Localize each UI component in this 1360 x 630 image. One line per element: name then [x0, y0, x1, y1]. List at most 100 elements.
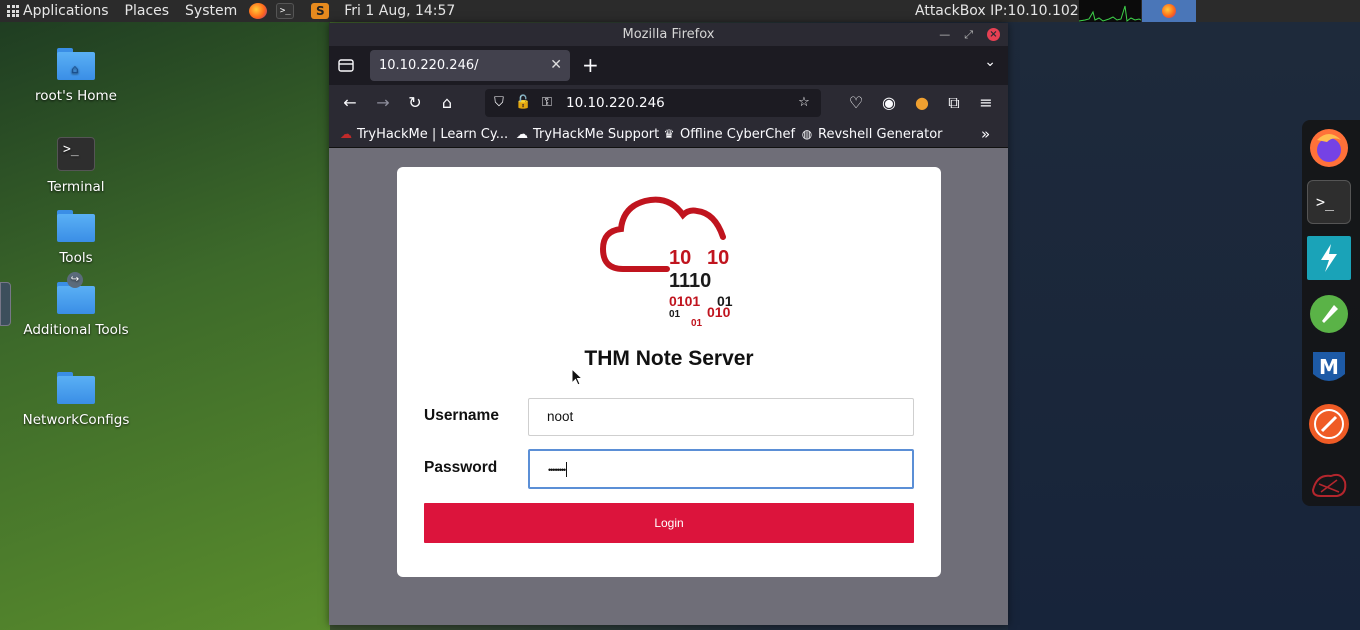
logo-digits-row5: 01	[691, 318, 703, 329]
system-menu[interactable]: System	[185, 3, 237, 19]
dock-postman-icon[interactable]	[1307, 402, 1351, 446]
bookmark-label: TryHackMe Support	[533, 127, 660, 142]
applications-label: Applications	[23, 3, 109, 19]
app-dock: >_ M	[1302, 120, 1360, 506]
globe-icon: ◍	[801, 127, 813, 141]
new-tab-icon[interactable]: +	[582, 53, 599, 77]
home-folder-icon: ⌂	[57, 48, 95, 80]
desktop-icon-home[interactable]: ⌂ root's Home	[16, 48, 136, 104]
extensions-puzzle-icon[interactable]: ⧉	[944, 93, 964, 113]
thm-logo: 10 10 1110 0101 01 01 010 01	[599, 196, 733, 329]
folder-icon	[57, 210, 95, 242]
folder-icon	[57, 372, 95, 404]
desktop-icon-terminal[interactable]: >_ Terminal	[16, 137, 136, 195]
desktop-icon-label: Additional Tools	[23, 322, 129, 338]
key-icon[interactable]: ⚿	[539, 95, 555, 111]
extension-cookie-icon[interactable]: ●	[912, 93, 932, 113]
logo-digits-row4b: 010	[707, 304, 731, 320]
svg-text:>_: >_	[1316, 193, 1335, 211]
side-panel-handle[interactable]	[0, 282, 11, 326]
back-icon[interactable]: ←	[340, 93, 360, 113]
logo-digits-row1a: 10	[669, 247, 691, 269]
dock-firefox-icon[interactable]	[1307, 126, 1351, 170]
firefox-launcher-icon[interactable]	[249, 3, 268, 19]
tab-close-icon[interactable]: ✕	[550, 50, 562, 81]
apps-grid-icon	[7, 5, 19, 17]
bookmark-cyberchef[interactable]: ♛ Offline CyberChef	[662, 121, 795, 148]
password-field[interactable]: ••••••••	[528, 449, 914, 489]
bookmark-label: TryHackMe | Learn Cy...	[357, 127, 509, 142]
thm-cloud-icon: ☁	[340, 127, 352, 141]
account-icon[interactable]: ◉	[879, 93, 899, 113]
logo-digits-row2: 1110	[669, 270, 711, 292]
desktop-icon-additional-tools[interactable]: ↪ Additional Tools	[16, 272, 136, 338]
logo-digits-row3a: 0101	[669, 293, 700, 309]
desktop-icon-label: Tools	[59, 250, 93, 266]
forward-icon[interactable]: →	[373, 93, 393, 113]
login-button[interactable]: Login	[424, 503, 914, 543]
dock-hydra-icon[interactable]	[1307, 460, 1351, 504]
bookmarks-toolbar: ☁ TryHackMe | Learn Cy... ☁ TryHackMe Supp…	[329, 121, 1008, 148]
tab-list-icon[interactable]	[337, 56, 357, 76]
username-value: noot	[547, 409, 574, 424]
clock[interactable]: Fri 1 Aug, 14:57	[344, 3, 455, 19]
bookmarks-overflow-icon[interactable]: »	[981, 121, 990, 147]
taskbar-firefox-button[interactable]	[1142, 0, 1196, 22]
username-label: Username	[424, 407, 499, 424]
tab-bar: 10.10.220.246/ ✕ + ⌄	[329, 46, 1008, 85]
bookmark-tryhackme[interactable]: ☁ TryHackMe | Learn Cy...	[339, 121, 508, 148]
dock-burp-icon[interactable]	[1307, 236, 1351, 280]
bookmark-star-icon[interactable]: ☆	[796, 95, 812, 111]
window-title: Mozilla Firefox	[622, 27, 715, 42]
page-title: THM Note Server	[584, 347, 754, 370]
url-bar[interactable]: ⛉ 🔓 ⚿ 10.10.220.246 ☆	[485, 89, 821, 117]
terminal-launcher-icon[interactable]: >_	[276, 3, 295, 19]
tab-title: 10.10.220.246/	[379, 58, 479, 73]
home-icon[interactable]: ⌂	[437, 93, 457, 113]
close-window-icon[interactable]: ×	[987, 28, 1000, 41]
bookmark-label: Offline CyberChef	[680, 127, 796, 142]
username-field[interactable]: noot	[528, 398, 914, 436]
nav-bar: ← → ↻ ⌂ ⛉ 🔓 ⚿ 10.10.220.246 ☆ ♡ ◉ ● ⧉ ≡	[329, 85, 1008, 121]
chef-hat-icon: ♛	[663, 127, 675, 141]
page-content: 10 10 1110 0101 01 01 010 01 THM Note Se…	[329, 148, 1008, 625]
pocket-icon[interactable]: ♡	[846, 93, 866, 113]
reload-icon[interactable]: ↻	[405, 93, 425, 113]
menu-hamburger-icon[interactable]: ≡	[976, 93, 996, 113]
support-cloud-icon: ☁	[516, 127, 528, 141]
places-menu[interactable]: Places	[125, 3, 170, 19]
text-caret	[566, 461, 568, 477]
logo-digits-row4a: 01	[669, 309, 681, 320]
folder-icon: ↪	[57, 272, 95, 314]
terminal-icon: >_	[57, 137, 95, 171]
bookmark-label: Revshell Generator	[818, 127, 943, 142]
desktop-icon-label: NetworkConfigs	[22, 412, 130, 428]
tab-active[interactable]: 10.10.220.246/ ✕	[370, 50, 570, 81]
url-text[interactable]: 10.10.220.246	[566, 89, 665, 117]
dock-rocket-icon[interactable]	[1307, 292, 1351, 336]
mouse-pointer-icon	[571, 368, 583, 386]
desktop-icon-label: Terminal	[47, 179, 105, 195]
login-card: 10 10 1110 0101 01 01 010 01 THM Note Se…	[397, 167, 941, 577]
tab-overflow-chevron-icon[interactable]: ⌄	[984, 54, 996, 70]
desktop-icon-label: root's Home	[35, 88, 117, 104]
firefox-task-icon	[1162, 4, 1176, 18]
desktop-icon-networkconfigs[interactable]: NetworkConfigs	[16, 372, 136, 428]
window-titlebar[interactable]: Mozilla Firefox — ⤢ ×	[329, 23, 1008, 46]
dock-terminal-icon[interactable]: >_	[1307, 180, 1351, 224]
svg-text:M: M	[1319, 355, 1339, 379]
shortcut-arrow-icon: ↪	[67, 272, 83, 288]
insecure-lock-icon[interactable]: 🔓	[515, 95, 531, 111]
password-value: ••••••••	[548, 465, 566, 475]
bookmark-thm-support[interactable]: ☁ TryHackMe Support	[515, 121, 659, 148]
dock-metasploit-icon[interactable]: M	[1307, 346, 1351, 390]
bookmark-revshell[interactable]: ◍ Revshell Generator	[800, 121, 943, 148]
minimize-icon[interactable]: —	[939, 23, 950, 46]
maximize-icon[interactable]: ⤢	[964, 23, 973, 46]
firefox-window: Mozilla Firefox — ⤢ × 10.10.220.246/ ✕ +…	[329, 23, 1008, 625]
sublime-launcher-icon[interactable]: S	[311, 3, 330, 19]
desktop-icon-tools[interactable]: Tools	[16, 210, 136, 266]
logo-digits-row1b: 10	[707, 247, 729, 269]
applications-menu[interactable]: Applications	[0, 0, 125, 22]
tracking-shield-icon[interactable]: ⛉	[491, 95, 507, 111]
